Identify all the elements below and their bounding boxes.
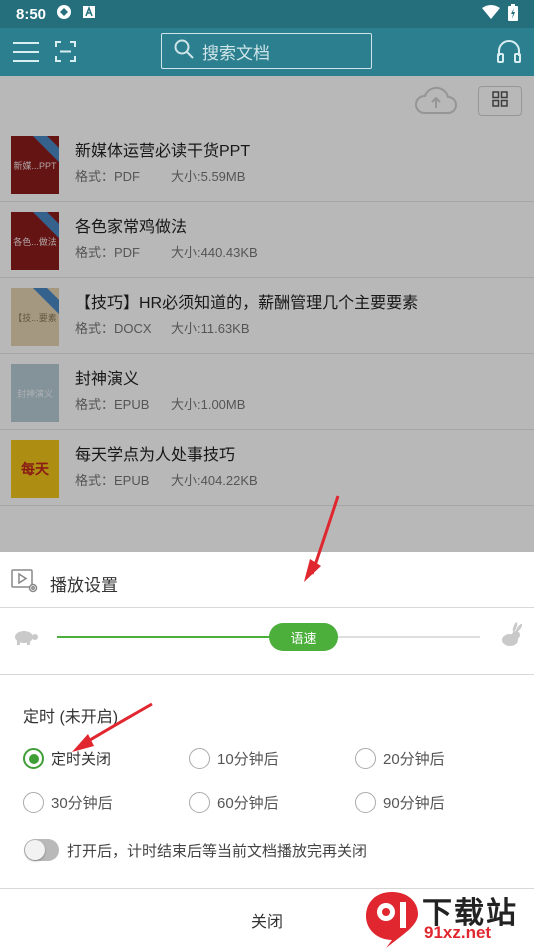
radio-label: 60分钟后	[217, 795, 279, 812]
radio-icon	[23, 792, 44, 813]
radio-icon	[355, 748, 376, 769]
radio-label: 90分钟后	[383, 795, 445, 812]
modal-backdrop[interactable]	[0, 76, 534, 552]
timer-option-60min[interactable]: 60分钟后	[189, 792, 279, 813]
radio-label: 定时关闭	[51, 751, 112, 768]
wait-finish-row: 打开后，计时结束后等当前文档播放完再关闭	[24, 839, 367, 861]
radio-label: 30分钟后	[51, 795, 113, 812]
timer-label: 定时 (未开启)	[23, 709, 119, 726]
watermark-logo-icon	[364, 890, 420, 950]
status-time: 8:50	[16, 5, 47, 23]
search-input[interactable]: 搜索文档	[161, 33, 372, 69]
rabbit-icon	[500, 622, 523, 648]
timer-option-10min[interactable]: 10分钟后	[189, 748, 279, 769]
timer-option-30min[interactable]: 30分钟后	[23, 792, 113, 813]
radio-icon	[23, 748, 44, 769]
speed-row: 语速	[0, 609, 534, 675]
radio-icon	[189, 792, 210, 813]
timer-option-20min[interactable]: 20分钟后	[355, 748, 445, 769]
speed-slider-thumb[interactable]: 语速	[269, 623, 338, 651]
notification-a-icon	[82, 5, 96, 23]
menu-icon[interactable]	[13, 42, 39, 62]
radio-icon	[189, 748, 210, 769]
app-notification-icon	[56, 4, 72, 24]
wifi-icon	[482, 5, 500, 23]
scan-icon[interactable]	[55, 41, 76, 62]
timer-option-off[interactable]: 定时关闭	[23, 748, 111, 769]
wait-finish-toggle[interactable]	[24, 839, 59, 861]
headphone-icon[interactable]	[496, 38, 522, 64]
watermark-sub-text: 91xz.net	[424, 923, 492, 942]
search-icon	[174, 39, 194, 64]
watermark: 下载站 91xz.net	[360, 888, 534, 950]
status-bar: 8:50	[0, 0, 534, 28]
sheet-title: 播放设置	[50, 576, 118, 595]
radio-label: 20分钟后	[383, 751, 445, 768]
turtle-icon	[12, 628, 38, 646]
speed-slider-fill	[57, 636, 290, 638]
radio-icon	[355, 792, 376, 813]
radio-label: 10分钟后	[217, 751, 279, 768]
app-bar: 搜索文档	[0, 28, 534, 76]
timer-option-90min[interactable]: 90分钟后	[355, 792, 445, 813]
search-placeholder: 搜索文档	[202, 43, 270, 63]
play-settings-icon	[11, 569, 39, 593]
wait-finish-label: 打开后，计时结束后等当前文档播放完再关闭	[67, 842, 368, 860]
battery-icon	[508, 3, 518, 25]
sheet-header: 播放设置	[0, 552, 534, 608]
